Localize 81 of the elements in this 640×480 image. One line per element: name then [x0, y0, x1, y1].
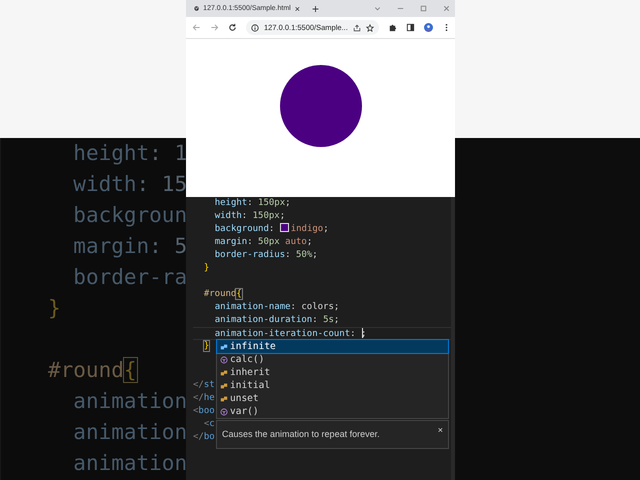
color-swatch[interactable] — [280, 223, 289, 232]
code-text: } — [204, 341, 210, 351]
star-icon[interactable] — [366, 24, 374, 32]
code-text: ; — [334, 315, 340, 325]
code-text: : colors; — [290, 302, 340, 312]
code-text: < — [204, 419, 210, 429]
close-tab-button[interactable]: × — [294, 4, 300, 14]
code-text: he — [204, 393, 215, 403]
code-text: 150px — [258, 198, 286, 208]
code-text: : 15 — [136, 172, 186, 196]
code-text: < — [193, 406, 198, 416]
suggestion-item[interactable]: calc() — [217, 353, 448, 366]
suggestion-item[interactable]: infinite — [217, 340, 448, 353]
suggestion-item[interactable]: var() — [217, 405, 448, 418]
code-text: animation-iteration-count — [214, 329, 350, 339]
close-icon[interactable] — [442, 4, 451, 13]
code-text: st — [204, 380, 215, 390]
sidebar-icon[interactable] — [406, 23, 415, 32]
code-text: </ — [193, 393, 204, 403]
code-text: c — [209, 419, 215, 429]
code-text: border-radius — [214, 250, 286, 260]
code-text: </ — [193, 432, 204, 442]
code-text: </ — [193, 380, 204, 390]
code-text: ; — [323, 224, 329, 234]
suggestion-item[interactable]: initial — [217, 379, 448, 392]
code-text: margin — [214, 237, 248, 247]
code-text: : 1 — [149, 141, 186, 165]
code-text: width — [214, 211, 242, 221]
code-text: bo — [204, 432, 215, 442]
code-text: : — [285, 250, 292, 260]
value-icon — [220, 382, 228, 390]
code-text: : — [242, 211, 248, 221]
value-icon — [220, 368, 228, 376]
code-text: : — [312, 315, 319, 325]
code-text: 5s — [323, 315, 334, 325]
code-text: ; — [285, 198, 291, 208]
code-text: : 5 — [149, 234, 186, 258]
info-icon — [251, 24, 259, 32]
code-text: animation-duration — [214, 315, 312, 325]
code-text: indigo — [290, 224, 324, 234]
code-text: animation — [73, 420, 186, 444]
new-tab-button[interactable]: + — [308, 2, 324, 14]
value-icon — [220, 394, 228, 402]
avatar-icon[interactable] — [424, 23, 433, 32]
share-icon[interactable] — [352, 24, 361, 32]
value-icon — [220, 342, 228, 350]
code-text: ; — [312, 250, 318, 260]
code-text: auto — [284, 237, 307, 247]
code-text: height — [214, 198, 248, 208]
code-text: { — [236, 289, 242, 299]
suggestion-item[interactable]: unset — [217, 392, 448, 405]
code-text: animation — [73, 389, 186, 413]
code-text: animation-name — [214, 302, 291, 312]
code-text: } — [204, 263, 210, 273]
maximize-icon[interactable] — [419, 4, 428, 13]
code-text: animation — [73, 451, 186, 475]
code-text: { — [124, 358, 137, 382]
code-text: : ; — [350, 329, 366, 339]
code-text: boo — [198, 406, 215, 416]
suggestion-item[interactable]: inherit — [217, 366, 448, 379]
code-text: } — [48, 296, 61, 320]
code-text: : — [247, 237, 254, 247]
code-text: 150px — [252, 211, 280, 221]
code-text: : — [268, 224, 276, 234]
code-text: border-ra — [73, 265, 186, 289]
code-text: background — [214, 224, 269, 234]
code-text: ; — [306, 237, 312, 247]
close-button[interactable]: × — [438, 424, 443, 437]
puzzle-icon[interactable] — [388, 23, 397, 32]
code-text: width — [73, 172, 137, 196]
code-text: 50px — [258, 237, 280, 247]
suggestion-description: Causes the animation to repeat forever. — [222, 428, 380, 441]
code-text: backgroun — [73, 203, 186, 227]
code-text: #round — [48, 358, 124, 382]
code-text: : — [247, 198, 254, 208]
globe-icon — [194, 4, 200, 13]
code-text: ; — [280, 211, 286, 221]
code-text: margin — [73, 234, 150, 258]
reload-icon[interactable] — [228, 23, 237, 32]
code-text: height — [73, 141, 150, 165]
code-text: 50% — [296, 250, 312, 260]
